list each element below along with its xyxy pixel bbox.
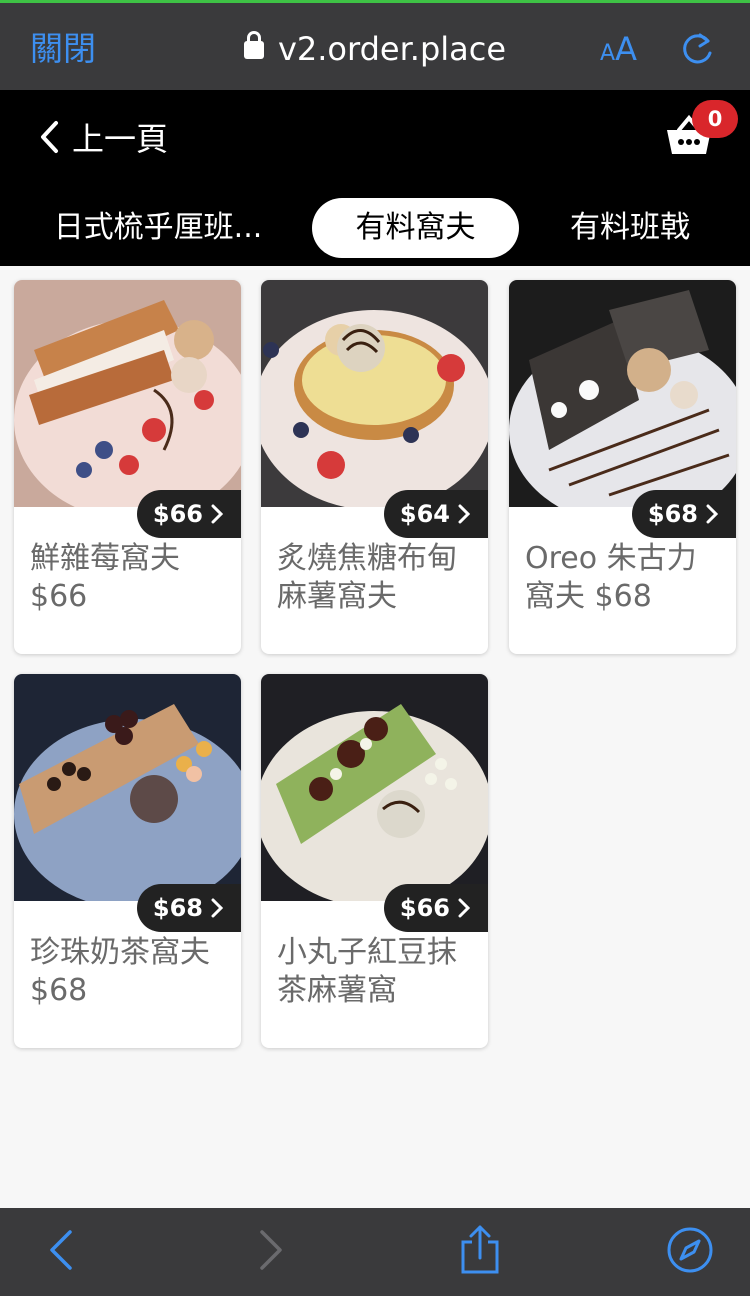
price-text: $66 bbox=[399, 894, 450, 922]
forward-arrow-icon[interactable] bbox=[256, 1228, 286, 1272]
product-name: 炙燒焦糖布甸麻薯窩夫 bbox=[277, 541, 457, 614]
cart-count-badge: 0 bbox=[692, 100, 738, 138]
tab-waffles[interactable]: 有料窩夫 bbox=[312, 198, 519, 258]
price-text: $66 bbox=[152, 500, 203, 528]
product-name: Oreo 朱古力窩夫 $68 bbox=[525, 541, 697, 614]
text-size-small-glyph: A bbox=[600, 41, 616, 66]
reload-icon[interactable] bbox=[678, 31, 716, 69]
chevron-right-icon bbox=[211, 898, 223, 918]
share-icon[interactable] bbox=[458, 1224, 502, 1276]
lock-icon bbox=[243, 31, 264, 59]
url-text: v2.order.place bbox=[277, 30, 507, 68]
product-card[interactable]: $68 Oreo 朱古力窩夫 $68 bbox=[509, 280, 736, 654]
product-grid: $66 鮮雜莓窩夫 $66 $64 炙燒焦糖布甸麻薯窩夫 $68 Oreo 朱古… bbox=[0, 266, 750, 1208]
product-image bbox=[14, 674, 241, 901]
price-text: $68 bbox=[647, 500, 698, 528]
compass-icon[interactable] bbox=[666, 1226, 714, 1274]
chevron-right-icon bbox=[458, 504, 470, 524]
product-name: 珍珠奶茶窩夫 $68 bbox=[30, 935, 210, 1008]
chevron-right-icon bbox=[211, 504, 223, 524]
product-image bbox=[261, 674, 488, 901]
chevron-right-icon bbox=[706, 504, 718, 524]
product-card[interactable]: $66 小丸子紅豆抹茶麻薯窩 bbox=[261, 674, 488, 1048]
chevron-right-icon bbox=[458, 898, 470, 918]
category-tabs: 日式梳乎厘班... 有料窩夫 有料班戟 bbox=[0, 198, 750, 258]
app-header: 上一頁 0 日式梳乎厘班... 有料窩夫 有料班戟 bbox=[0, 90, 750, 266]
price-chip[interactable]: $68 bbox=[136, 884, 241, 932]
text-size-button[interactable]: AA bbox=[600, 31, 637, 73]
price-text: $64 bbox=[399, 500, 450, 528]
price-chip[interactable]: $66 bbox=[136, 490, 241, 538]
tab-pancakes[interactable]: 有料班戟 bbox=[556, 198, 704, 258]
url-bar[interactable]: v2.order.place bbox=[0, 29, 750, 69]
product-card[interactable]: $68 珍珠奶茶窩夫 $68 bbox=[14, 674, 241, 1048]
product-image bbox=[261, 280, 488, 507]
back-label: 上一頁 bbox=[72, 120, 169, 158]
product-image bbox=[14, 280, 241, 507]
text-size-large-glyph: A bbox=[615, 30, 637, 68]
product-card[interactable]: $66 鮮雜莓窩夫 $66 bbox=[14, 280, 241, 654]
price-chip[interactable]: $66 bbox=[383, 884, 488, 932]
chevron-left-icon bbox=[41, 121, 58, 153]
price-text: $68 bbox=[152, 894, 203, 922]
tab-souffle-pancake[interactable]: 日式梳乎厘班... bbox=[48, 198, 268, 258]
back-arrow-icon[interactable] bbox=[46, 1228, 76, 1272]
product-card[interactable]: $64 炙燒焦糖布甸麻薯窩夫 bbox=[261, 280, 488, 654]
browser-bottom-toolbar bbox=[0, 1208, 750, 1296]
browser-top-bar: 關閉 v2.order.place AA bbox=[0, 0, 750, 90]
product-name: 小丸子紅豆抹茶麻薯窩 bbox=[277, 935, 457, 1008]
product-name: 鮮雜莓窩夫 $66 bbox=[30, 541, 180, 614]
price-chip[interactable]: $68 bbox=[631, 490, 736, 538]
back-button[interactable]: 上一頁 bbox=[38, 112, 168, 162]
product-image bbox=[509, 280, 736, 507]
price-chip[interactable]: $64 bbox=[383, 490, 488, 538]
